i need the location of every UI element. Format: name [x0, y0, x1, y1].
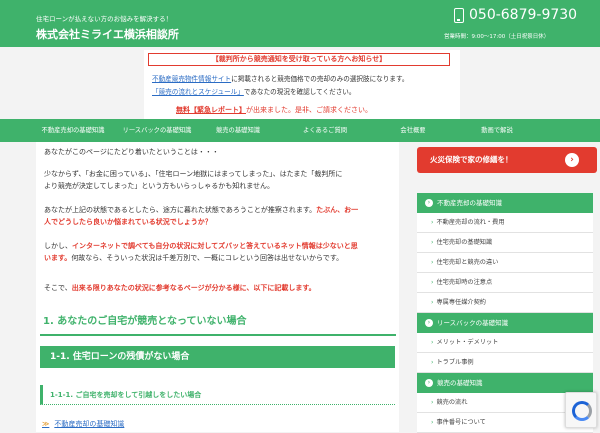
- intro-paragraph-3: あなたが上記の状態であるとしたら、途方に暮れた状態であろうことが推察されます。た…: [44, 206, 359, 226]
- nav-item-sale-basics[interactable]: 不動産売却の基礎知識: [32, 119, 114, 142]
- fire-insurance-cta-button[interactable]: 火災保険で家の修繕を！ ›: [417, 147, 597, 173]
- notice-line-1: 不動産競売物件情報サイトに掲載されると競売価格での売却のみの選択肢になります。: [152, 73, 409, 83]
- notice-line-1-text: に掲載されると競売価格での売却のみの選択肢になります。: [231, 75, 409, 83]
- sale-basics-link[interactable]: ≫ 不動産売却の基礎知識: [42, 419, 124, 429]
- notice-line-2-text: であなたの現況を確認してください。: [243, 88, 356, 96]
- nav-item-auction[interactable]: 競売の基礎知識: [200, 119, 276, 142]
- nav-item-company[interactable]: 会社概要: [374, 119, 452, 142]
- notice-title: 【裁判所から競売通知を受け取っている方へお知らせ】: [148, 53, 450, 66]
- main-content: あなたがこのページにたどり着いたということは・・・ 少なからず、「お金に困ってい…: [36, 142, 399, 432]
- chevron-right-icon: ›: [431, 299, 434, 306]
- chevron-right-icon: ›: [431, 259, 434, 266]
- free-report-line: 無料【緊急レポート】が出来ました。是非、ご請求ください。: [176, 105, 372, 115]
- intro-paragraph-5: そこで、出来る限りあなたの状況に参考なるページが分かる様に、以下に記載します。: [44, 284, 316, 292]
- recaptcha-badge[interactable]: [565, 392, 597, 428]
- chevron-right-icon: ›: [431, 239, 434, 246]
- recaptcha-icon: [572, 401, 592, 421]
- sidebar-item-trouble-cases[interactable]: › トラブル事例: [417, 353, 593, 373]
- notice-line-2: 「競売の流れとスケジュール」であなたの現況を確認してください。: [152, 86, 356, 96]
- chevron-right-icon: ›: [431, 339, 434, 346]
- intro-paragraph-1: あなたがこのページにたどり着いたということは・・・: [44, 148, 219, 156]
- phone-number[interactable]: 050-6879-9730: [454, 7, 577, 23]
- cta-label: 火災保険で家の修繕を！: [430, 155, 513, 164]
- sidebar-item-pros-cons[interactable]: › メリット・デメリット: [417, 333, 593, 353]
- nav-item-leaseback[interactable]: リースバックの基礎知識: [114, 119, 200, 142]
- sidebar-section-leaseback[interactable]: › リースバックの基礎知識: [417, 313, 593, 333]
- auction-flow-link[interactable]: 「競売の流れとスケジュール」: [152, 88, 244, 96]
- nav-item-video[interactable]: 動画で解説: [452, 119, 542, 142]
- global-nav: 不動産売却の基礎知識 リースバックの基礎知識 競売の基礎知識 よくあるご質問 会…: [0, 119, 600, 142]
- sidebar-item-sale-vs-auction[interactable]: › 住宅売却と競売の違い: [417, 253, 593, 273]
- section-heading-1-1: 1-1. 住宅ローンの残債がない場合: [40, 346, 395, 368]
- auction-site-link[interactable]: 不動産競売物件情報サイト: [152, 75, 231, 83]
- chevron-right-icon: ›: [431, 399, 434, 406]
- section-heading-1-1-1: 1-1-1. ご自宅を売却をして引越しをしたい場合: [40, 385, 395, 405]
- arrow-right-icon: ›: [565, 153, 579, 167]
- site-header: 住宅ローンが払えない方のお悩みを解決する！ 株式会社ミライエ横浜相談所 050-…: [0, 0, 600, 47]
- double-arrow-icon: ≫: [42, 420, 50, 428]
- sidebar: 火災保険で家の修繕を！ › › 不動産売却の基礎知識 › 不動産売却の流れ・費用 ›…: [417, 142, 597, 433]
- sale-basics-link-text[interactable]: 不動産売却の基礎知識: [54, 419, 124, 429]
- sidebar-item-sale-cautions[interactable]: › 住宅売却時の注意点: [417, 273, 593, 293]
- chevron-right-icon: ›: [431, 419, 434, 426]
- sidebar-section-auction[interactable]: › 競売の基礎知識: [417, 373, 593, 393]
- chevron-right-icon: ›: [431, 219, 434, 226]
- notice-box: 【裁判所から競売通知を受け取っている方へお知らせ】 不動産競売物件情報サイトに掲…: [144, 50, 460, 119]
- chevron-icon: ›: [425, 319, 433, 327]
- sidebar-item-sale-flow[interactable]: › 不動産売却の流れ・費用: [417, 213, 593, 233]
- header-tagline: 住宅ローンが払えない方のお悩みを解決する！: [36, 15, 173, 23]
- sidebar-item-house-sale-basics[interactable]: › 住宅売却の基礎知識: [417, 233, 593, 253]
- company-name[interactable]: 株式会社ミライエ横浜相談所: [36, 26, 179, 42]
- chevron-icon: ›: [425, 379, 433, 387]
- sidebar-section-sale[interactable]: › 不動産売却の基礎知識: [417, 193, 593, 213]
- sidebar-item-exclusive-contract[interactable]: › 専属専任媒介契約: [417, 293, 593, 313]
- free-report-text: が出来ました。是非、ご請求ください。: [246, 106, 372, 114]
- intro-paragraph-4: しかし、インターネットで調べても自分の状況に対してズバッと答えているネット情報は…: [44, 242, 358, 262]
- free-report-link[interactable]: 無料【緊急レポート】: [176, 106, 246, 114]
- phone-icon: [454, 7, 464, 23]
- intro-paragraph-2: 少なからず、「お金に困っている」、「住宅ローン地獄にはまってしまった」、はたまた…: [44, 170, 343, 190]
- business-hours: 営業時間：9:00〜17:00（土日祝祭日休）: [444, 34, 550, 40]
- chevron-right-icon: ›: [431, 279, 434, 286]
- chevron-icon: ›: [425, 199, 433, 207]
- phone-text: 050-6879-9730: [469, 7, 578, 23]
- chevron-right-icon: ›: [431, 359, 434, 366]
- nav-item-faq[interactable]: よくあるご質問: [276, 119, 374, 142]
- section-heading-1: 1. あなたのご自宅が競売となっていない場合: [40, 314, 396, 336]
